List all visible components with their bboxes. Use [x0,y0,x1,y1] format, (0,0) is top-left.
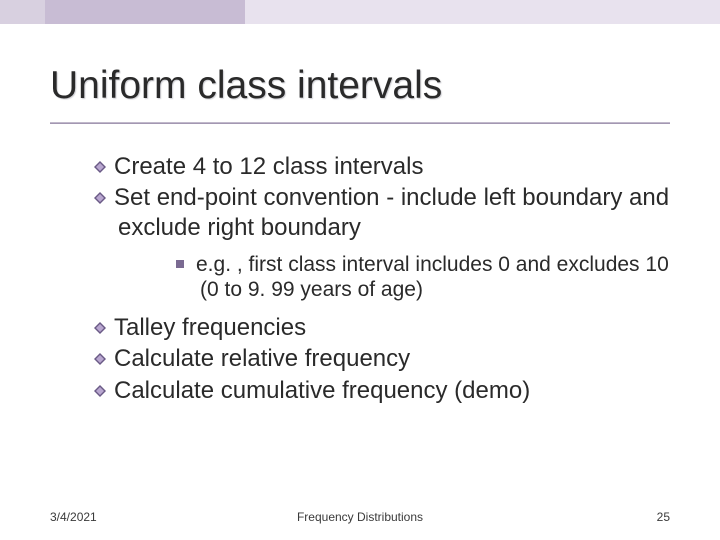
footer-title: Frequency Distributions [0,510,720,524]
slide-footer: 3/4/2021 Frequency Distributions 25 [0,510,720,524]
list-item: Talley frequencies [94,313,670,342]
diamond-bullet-icon [94,385,106,397]
square-bullet-icon [176,260,184,268]
diamond-bullet-icon [94,192,106,204]
bullet-text: Calculate cumulative frequency (demo) [114,377,530,404]
list-item: Calculate cumulative frequency (demo) [94,376,670,405]
diamond-bullet-icon [94,353,106,365]
slide-title: Uniform class intervals [50,64,670,108]
list-item: e.g. , first class interval includes 0 a… [176,252,670,303]
bullet-text: Create 4 to 12 class intervals [114,153,423,180]
list-item: Create 4 to 12 class intervals [94,152,670,181]
footer-date: 3/4/2021 [50,510,97,524]
topbar-seg-1 [0,0,45,24]
diamond-bullet-icon [94,161,106,173]
bullet-text: Talley frequencies [114,314,306,341]
slide-body: Uniform class intervals Create 4 to 12 c… [0,24,720,540]
title-rule [50,122,670,124]
topbar-seg-3 [245,0,720,24]
sub-bullet-list: e.g. , first class interval includes 0 a… [118,252,670,303]
bullet-text: Set end-point convention - include left … [114,184,669,240]
list-item: Calculate relative frequency [94,344,670,373]
diamond-bullet-icon [94,322,106,334]
bullet-text: Calculate relative frequency [114,345,410,372]
bullet-list: Create 4 to 12 class intervals Set end-p… [50,152,670,405]
decorative-top-bar [0,0,720,24]
topbar-seg-2 [45,0,245,24]
bullet-text: e.g. , first class interval includes 0 a… [196,253,669,302]
list-item: Set end-point convention - include left … [94,183,670,303]
footer-page-number: 25 [657,510,670,524]
